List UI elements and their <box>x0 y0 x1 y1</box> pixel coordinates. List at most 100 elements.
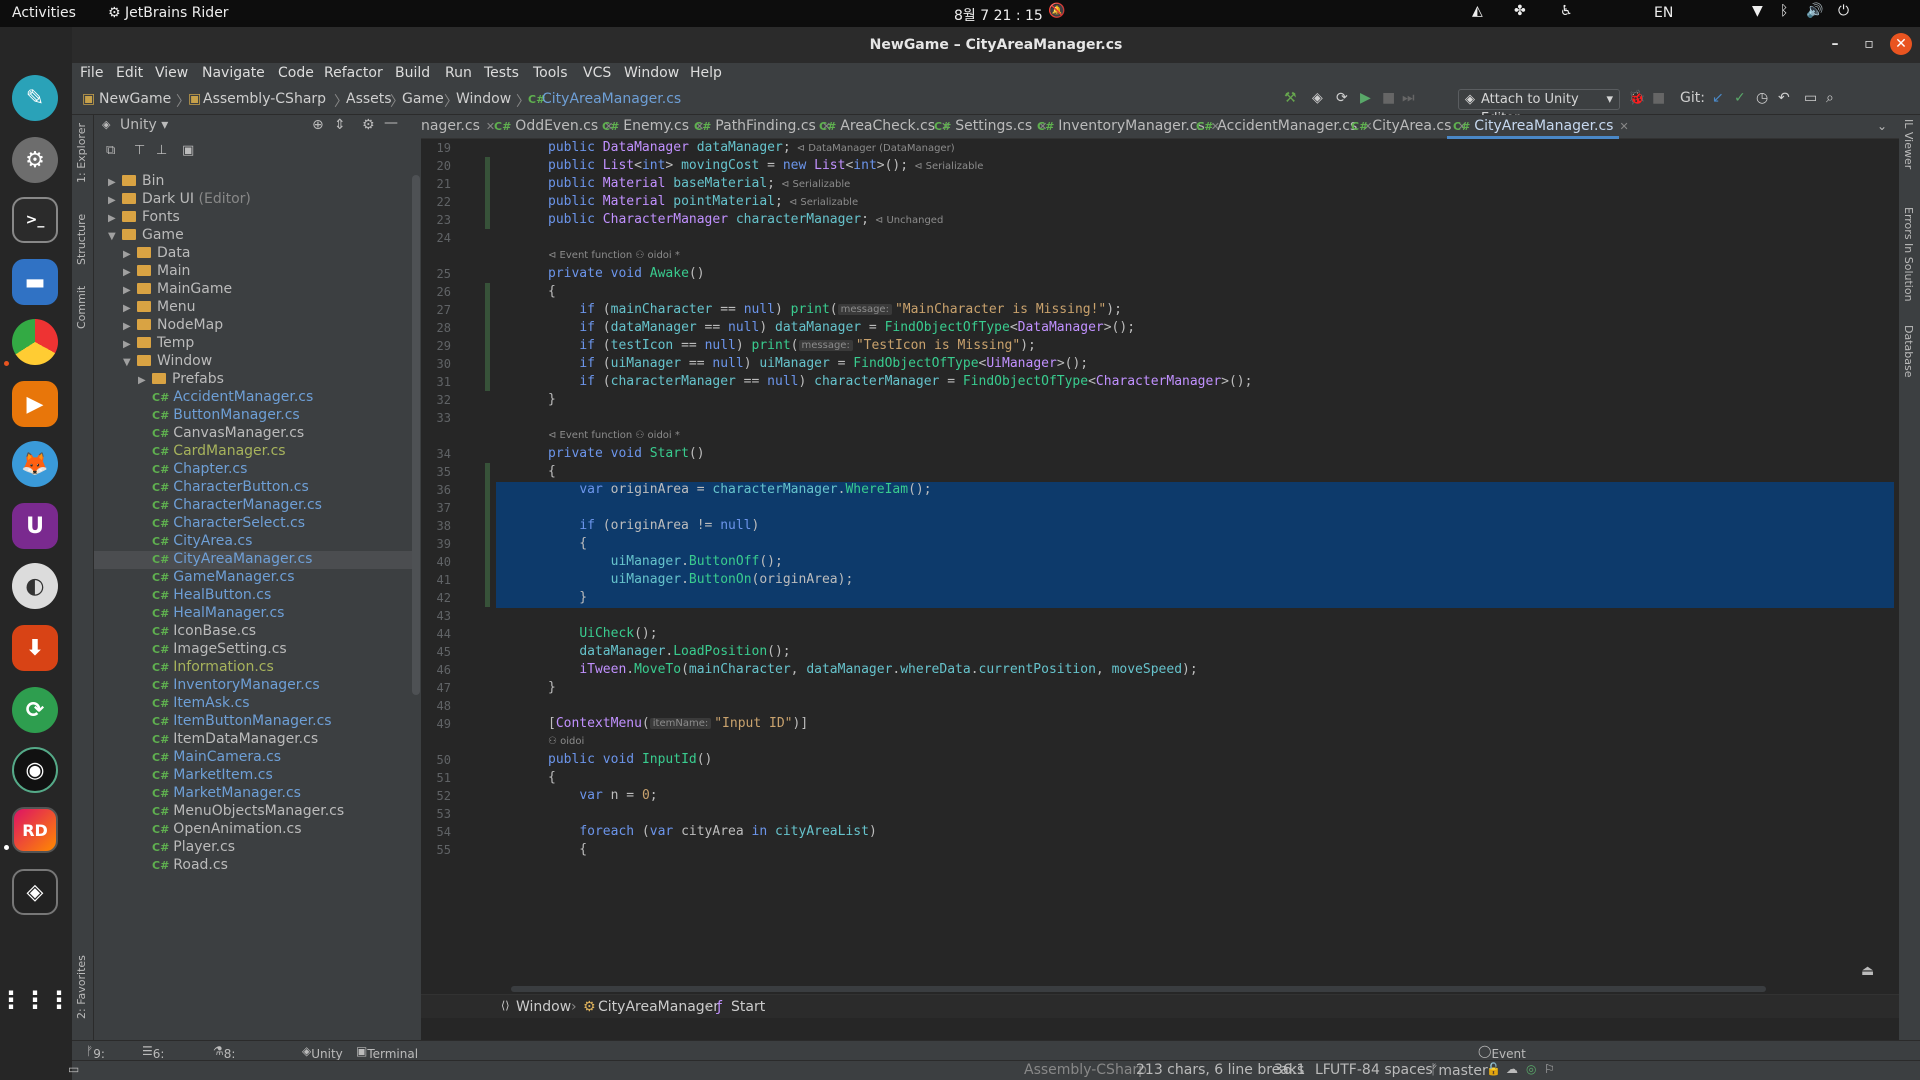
database-tool-button[interactable]: Database <box>1902 325 1915 378</box>
status-indent[interactable]: 4 spaces <box>1371 1062 1433 1078</box>
breadcrumb-class[interactable]: CityAreaManager <box>598 999 719 1015</box>
tree-file[interactable]: C# Information.cs <box>94 659 412 677</box>
collapse-all-icon[interactable]: ⇕ <box>334 117 346 133</box>
chevron-right-icon[interactable]: ▶ <box>108 213 122 224</box>
stop-debug-icon[interactable]: ■ <box>1652 90 1665 106</box>
code-line[interactable]: } <box>548 590 587 608</box>
debug-icon[interactable]: 🐞 <box>1628 90 1645 106</box>
status-cursor-position[interactable]: 36:1 <box>1274 1062 1305 1078</box>
tree-folder[interactable]: ▶ NodeMap <box>94 317 412 335</box>
tree-file[interactable]: C# ImageSetting.cs <box>94 641 412 659</box>
vcs-change-marker[interactable] <box>485 571 490 589</box>
git-commit-icon[interactable]: ✓ <box>1734 90 1746 106</box>
tree-file[interactable]: C# ItemDataManager.cs <box>94 731 412 749</box>
code-line[interactable]: if (testIcon == null) print(message: "Tes… <box>548 338 1036 356</box>
accessibility-icon[interactable]: ♿ <box>1560 3 1573 19</box>
tree-folder[interactable]: ▼ Window <box>94 353 412 371</box>
tree-file[interactable]: C# ItemButtonManager.cs <box>94 713 412 731</box>
editor-tab[interactable]: C# Enemy.cs ✕ <box>602 118 704 134</box>
menu-run[interactable]: Run <box>445 65 472 81</box>
code-vision-hint[interactable]: ⊲ Event function ⚇ oidoi * <box>548 430 680 441</box>
vcs-change-marker[interactable] <box>485 535 490 553</box>
menu-edit[interactable]: Edit <box>116 65 143 81</box>
minimize-button[interactable]: – <box>1824 33 1846 55</box>
code-vision-hint[interactable]: ⊲ Event function ⚇ oidoi * <box>548 250 680 261</box>
editor-tab[interactable]: C# AccidentManager.cs ✕ <box>1196 118 1373 134</box>
tree-file[interactable]: C# IconBase.cs <box>94 623 412 641</box>
update-icon[interactable]: ⟳ <box>12 687 58 733</box>
tree-folder[interactable]: ▶ Temp <box>94 335 412 353</box>
chevron-right-icon[interactable]: ▶ <box>108 195 122 206</box>
code-line[interactable]: [ContextMenu(itemName: "Input ID")] <box>548 716 808 734</box>
vcs-change-marker[interactable] <box>485 499 490 517</box>
code-line[interactable]: if (uiManager == null) uiManager = FindO… <box>548 356 1088 374</box>
chevron-right-icon[interactable]: ▶ <box>138 375 152 386</box>
code-line[interactable]: uiManager.ButtonOff(); <box>548 554 783 572</box>
expand-icon[interactable]: ⊤ <box>134 143 145 158</box>
code-line[interactable]: if (mainCharacter == null) print(message… <box>548 302 1122 320</box>
ai-icon[interactable]: ☁ <box>1506 1062 1518 1076</box>
horizontal-scrollbar[interactable] <box>511 986 1766 992</box>
tree-file[interactable]: C# MarketItem.cs <box>94 767 412 785</box>
locate-icon[interactable]: ⊕ <box>312 117 324 133</box>
git-history-icon[interactable]: ◷ <box>1756 90 1768 106</box>
code-vision-hint[interactable]: ⚇ oidoi <box>548 736 584 747</box>
code-area[interactable]: public DataManager dataManager; ⊲ DataMan… <box>496 139 1894 994</box>
tree-file[interactable]: C# MenuObjectsManager.cs <box>94 803 412 821</box>
code-line[interactable]: iTween.MoveTo(mainCharacter, dataManager… <box>548 662 1197 680</box>
code-line[interactable]: { <box>548 284 556 302</box>
reader-mode-icon[interactable]: ⏏ <box>1861 963 1874 979</box>
refresh-icon[interactable]: ⟳ <box>1336 90 1348 106</box>
maximize-button[interactable]: ▫ <box>1858 33 1880 55</box>
code-line[interactable]: public DataManager dataManager; ⊲ DataMan… <box>548 140 955 158</box>
hide-icon[interactable]: — <box>384 115 398 131</box>
tree-file[interactable]: C# Chapter.cs <box>94 461 412 479</box>
favorites-tool-button[interactable]: 2: Favorites <box>75 955 88 1019</box>
lock-icon[interactable]: 🔓 <box>1486 1062 1501 1076</box>
menu-file[interactable]: File <box>80 65 103 81</box>
explorer-scrollbar[interactable] <box>412 175 420 695</box>
chevron-right-icon[interactable]: ▶ <box>123 267 137 278</box>
vcs-change-marker[interactable] <box>485 175 490 193</box>
step-icon[interactable]: ⏭ <box>1402 90 1415 106</box>
il-viewer-tool-button[interactable]: IL Viewer <box>1902 119 1915 169</box>
status-encoding[interactable]: UTF-8 <box>1330 1062 1371 1078</box>
tabs-overflow-icon[interactable]: ⌄ <box>1877 119 1887 133</box>
structure-tool-button[interactable]: Structure <box>75 214 88 265</box>
vcs-change-marker[interactable] <box>485 193 490 211</box>
tree-folder[interactable]: ▼ Game <box>94 227 412 245</box>
tree-folder[interactable]: ▶ Main <box>94 263 412 281</box>
vcs-change-marker[interactable] <box>485 301 490 319</box>
tree-file[interactable]: C# MainCamera.cs <box>94 749 412 767</box>
tree-folder[interactable]: ▶ Data <box>94 245 412 263</box>
code-line[interactable]: if (characterManager == null) characterM… <box>548 374 1252 392</box>
code-line[interactable]: { <box>548 536 587 554</box>
toggle-tool-windows-icon[interactable]: ▭ <box>68 1062 79 1076</box>
layout-icon[interactable]: ▭ <box>1804 90 1817 106</box>
search-icon[interactable]: ⌕ <box>1826 90 1834 106</box>
tree-file[interactable]: C# CardManager.cs <box>94 443 412 461</box>
code-line[interactable]: { <box>548 842 587 860</box>
tree-folder[interactable]: ▶ MainGame <box>94 281 412 299</box>
vcs-change-marker[interactable] <box>485 355 490 373</box>
code-line[interactable]: } <box>548 680 556 698</box>
code-line[interactable]: if (originArea != null) <box>548 518 759 536</box>
nav-crumb-project[interactable]: Assembly-CSharp <box>203 91 326 107</box>
editor-tab[interactable]: C# AreaCheck.cs ✕ <box>819 118 950 134</box>
code-line[interactable]: public void InputId() <box>548 752 712 770</box>
todo-tool-button[interactable]: ☰ 6: TODO <box>142 1044 188 1075</box>
tree-file[interactable]: C# InventoryManager.cs <box>94 677 412 695</box>
chevron-right-icon[interactable]: ▶ <box>123 303 137 314</box>
tree-folder[interactable]: ▶ Fonts <box>94 209 412 227</box>
code-line[interactable]: { <box>548 770 556 788</box>
preview-icon[interactable]: ▣ <box>182 143 194 158</box>
vcs-change-marker[interactable] <box>485 463 490 481</box>
show-all-files-icon[interactable]: ⧉ <box>106 143 115 158</box>
editor-tab[interactable]: nager.cs ✕ <box>421 118 495 134</box>
vcs-change-marker[interactable] <box>485 319 490 337</box>
tree-file[interactable]: C# Player.cs <box>94 839 412 857</box>
vcs-change-marker[interactable] <box>485 553 490 571</box>
vcs-change-marker[interactable] <box>485 157 490 175</box>
menu-window[interactable]: Window <box>624 65 679 81</box>
input-language[interactable]: EN <box>1654 5 1673 21</box>
